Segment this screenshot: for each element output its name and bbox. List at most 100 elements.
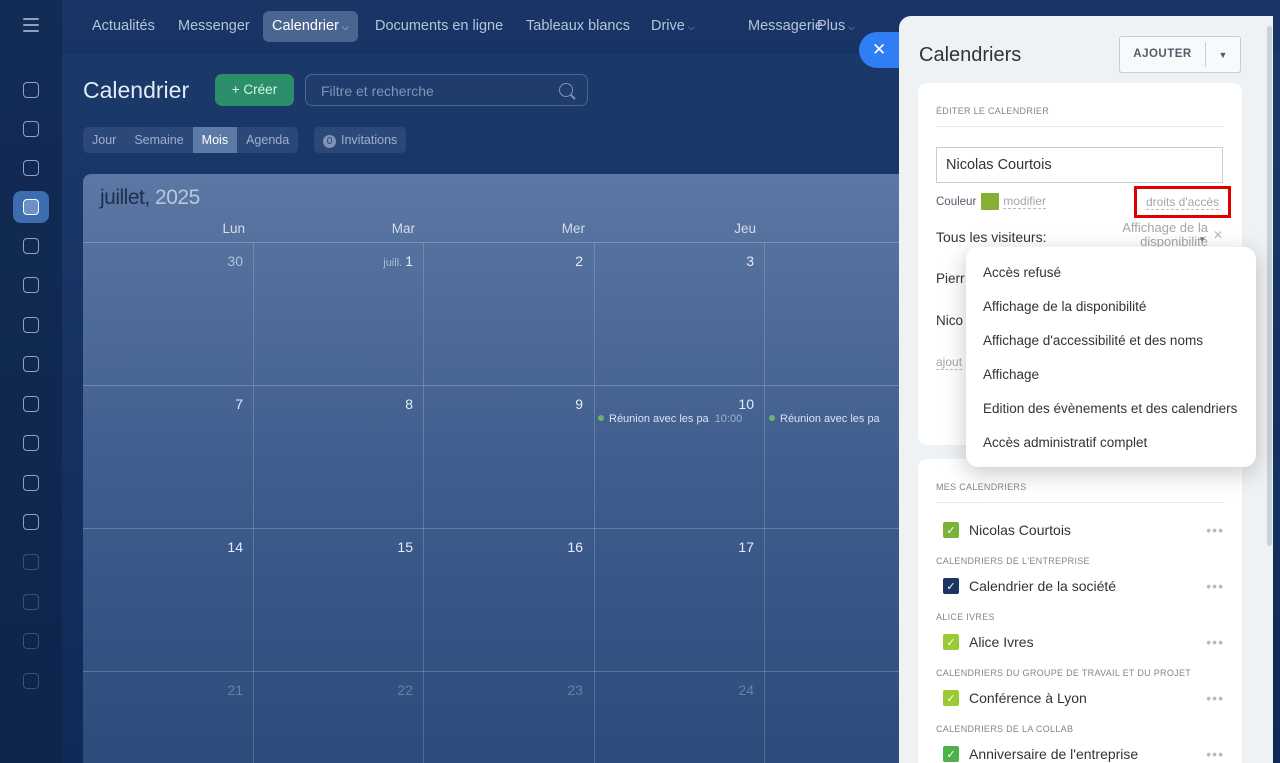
calendar-list-item[interactable]: ✓ Alice Ivres •••	[943, 632, 1224, 652]
tab-semaine[interactable]: Semaine	[125, 127, 192, 153]
document-icon	[23, 238, 39, 254]
calendar-list-item[interactable]: ✓ Anniversaire de l'entreprise •••	[943, 744, 1224, 763]
panel-scrollbar[interactable]	[1267, 26, 1272, 546]
group-heading: ALICE IVRES	[936, 612, 995, 622]
modify-color-link[interactable]: modifier	[1003, 194, 1046, 209]
weekday-header: Lun	[222, 221, 245, 236]
more-options-icon[interactable]: •••	[1206, 634, 1224, 650]
access-rights-link[interactable]: droits d'accès	[1134, 186, 1231, 218]
sidebar-item-drive[interactable]	[13, 269, 49, 301]
checkbox-checked-icon[interactable]: ✓	[943, 522, 959, 538]
calendar-name-field[interactable]: Nicolas Courtois	[936, 147, 1223, 183]
sidebar-item-feed[interactable]	[13, 152, 49, 184]
search-input[interactable]: Filtre et recherche	[305, 74, 588, 106]
sidebar-item-more[interactable]	[13, 665, 49, 697]
day-cell[interactable]: 10	[594, 396, 754, 412]
checkbox-checked-icon[interactable]: ✓	[943, 578, 959, 594]
menu-item-access-denied[interactable]: Accès refusé	[983, 265, 1061, 280]
weekday-header: Jeu	[734, 221, 756, 236]
sidebar-item-calendar[interactable]	[13, 191, 49, 223]
visitors-label: Tous les visiteurs:	[936, 229, 1047, 245]
color-label: Couleur	[936, 195, 977, 208]
checkbox-checked-icon[interactable]: ✓	[943, 690, 959, 706]
day-cell[interactable]: 2	[423, 253, 583, 269]
sidebar-item-mail[interactable]	[13, 309, 49, 341]
remove-access-icon[interactable]: ✕	[1213, 228, 1223, 242]
day-cell[interactable]: 21	[83, 682, 243, 698]
day-cell[interactable]: 14	[83, 539, 243, 555]
sidebar-item-tasks[interactable]	[13, 467, 49, 499]
more-icon	[23, 673, 39, 689]
day-cell[interactable]: 8	[253, 396, 413, 412]
my-calendars-card: MES CALENDRIERS ✓ Nicolas Courtois ••• CA…	[918, 459, 1242, 763]
day-cell[interactable]: 15	[253, 539, 413, 555]
caret-down-icon[interactable]: ▼	[1206, 50, 1240, 60]
nav-messenger[interactable]: Messenger	[169, 11, 259, 42]
page-title: Calendrier	[83, 77, 190, 103]
more-options-icon[interactable]: •••	[1206, 746, 1224, 762]
more-options-icon[interactable]: •••	[1206, 690, 1224, 706]
day-cell[interactable]: 16	[423, 539, 583, 555]
nav-drive[interactable]: Drive ⌵	[642, 11, 704, 42]
feed-icon	[23, 160, 39, 176]
day-cell[interactable]: 7	[83, 396, 243, 412]
day-cell[interactable]: 30	[83, 253, 243, 269]
close-panel-button[interactable]: ✕	[859, 32, 899, 68]
sidebar-item-activity[interactable]	[13, 74, 49, 106]
add-access-link[interactable]: ajout	[936, 355, 963, 370]
sidebar-item-documents[interactable]	[13, 230, 49, 262]
sidebar-item-chat[interactable]	[13, 113, 49, 145]
menu-item-full-admin[interactable]: Accès administratif complet	[983, 435, 1147, 450]
tab-mois[interactable]: Mois	[192, 127, 238, 153]
sidebar-item-inventory[interactable]	[13, 546, 49, 578]
day-cell[interactable]: 17	[594, 539, 754, 555]
color-swatch[interactable]	[981, 193, 1000, 210]
activity-icon	[23, 82, 39, 98]
sidebar-item-shop[interactable]	[13, 586, 49, 618]
add-calendar-button[interactable]: AJOUTER ▼	[1119, 36, 1241, 73]
day-cell[interactable]: 22	[253, 682, 413, 698]
day-cell[interactable]: 3	[594, 253, 754, 269]
calendar-list-item[interactable]: ✓ Nicolas Courtois •••	[943, 520, 1224, 540]
menu-item-edit[interactable]: Edition des évènements et des calendrier…	[983, 401, 1237, 416]
visitors-access-select[interactable]: Affichage de la disponibilité ▼	[1088, 221, 1208, 249]
calendar-event[interactable]: Réunion avec les pa 10:00	[598, 413, 742, 425]
more-options-icon[interactable]: •••	[1206, 578, 1224, 594]
menu-icon[interactable]	[23, 18, 39, 32]
month-calendar-grid: juillet, 2025 Lun Mar Mer Jeu 30 juill. 1…	[83, 174, 963, 763]
more-options-icon[interactable]: •••	[1206, 522, 1224, 538]
calendar-event[interactable]: Réunion avec les pa	[769, 413, 880, 425]
sidebar-item-meetings[interactable]	[13, 427, 49, 459]
create-button[interactable]: + Créer	[215, 74, 294, 106]
chat-icon	[23, 121, 39, 137]
invitations-button[interactable]: 0 Invitations	[314, 127, 407, 153]
day-cell[interactable]: 23	[423, 682, 583, 698]
nav-documents[interactable]: Documents en ligne	[366, 11, 512, 42]
tab-jour[interactable]: Jour	[83, 127, 125, 153]
menu-item-availability-names[interactable]: Affichage d'accessibilité et des noms	[983, 333, 1203, 348]
calendar-list-item[interactable]: ✓ Conférence à Lyon •••	[943, 688, 1224, 708]
sidebar-item-groups[interactable]	[13, 348, 49, 380]
nav-actualites[interactable]: Actualités	[83, 11, 164, 42]
site-icon	[23, 633, 39, 649]
search-placeholder: Filtre et recherche	[321, 83, 434, 99]
sidebar-item-sites[interactable]	[13, 625, 49, 657]
checkbox-checked-icon[interactable]: ✓	[943, 634, 959, 650]
nav-calendrier[interactable]: Calendrier ⌵	[263, 11, 358, 42]
sidebar-item-funnel[interactable]	[13, 506, 49, 538]
presentation-icon	[23, 435, 39, 451]
nav-plus[interactable]: Plus ⌵	[808, 11, 864, 42]
nav-tableaux[interactable]: Tableaux blancs	[517, 11, 639, 42]
checkbox-checked-icon[interactable]: ✓	[943, 746, 959, 762]
day-cell[interactable]: 24	[594, 682, 754, 698]
cart-icon	[23, 594, 39, 610]
tab-agenda[interactable]: Agenda	[237, 127, 298, 153]
calendar-list-item[interactable]: ✓ Calendrier de la société •••	[943, 576, 1224, 596]
panel-title: Calendriers	[919, 44, 1022, 66]
sidebar-item-crm[interactable]	[13, 388, 49, 420]
caret-down-icon: ▼	[1198, 235, 1206, 244]
day-cell[interactable]: 9	[423, 396, 583, 412]
menu-item-availability[interactable]: Affichage de la disponibilité	[983, 299, 1146, 314]
menu-item-view[interactable]: Affichage	[983, 367, 1039, 382]
day-cell[interactable]: juill. 1	[253, 253, 413, 269]
